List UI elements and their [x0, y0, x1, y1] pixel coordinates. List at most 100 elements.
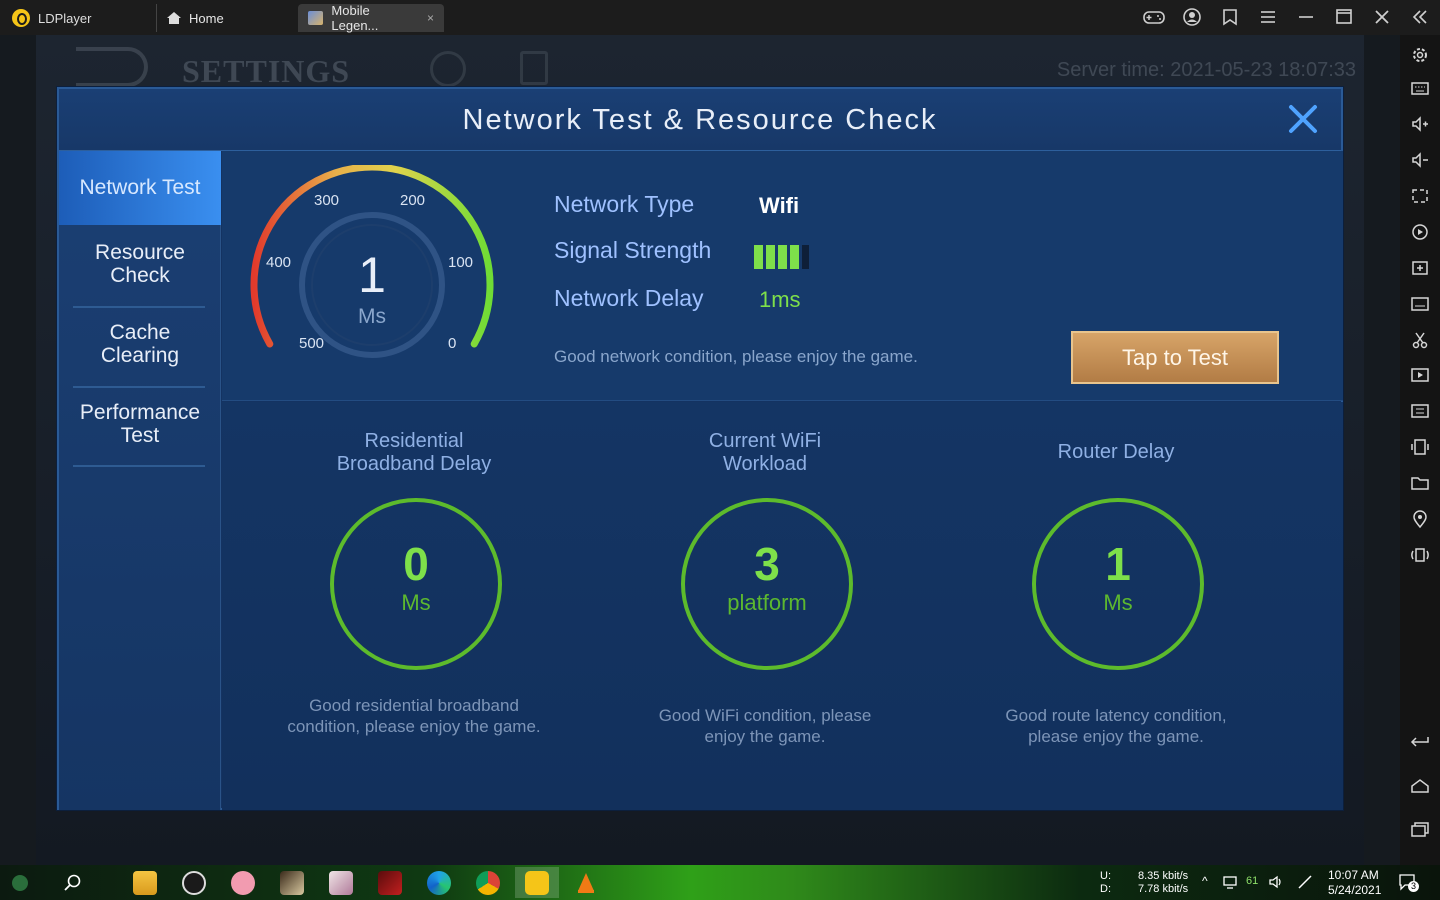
metric-title-line: Residential	[364, 430, 464, 452]
profile-icon	[430, 51, 466, 87]
windows-taskbar: U: D: 8.35 kbit/s 7.78 kbit/s ^ 61 10:07…	[0, 865, 1440, 900]
volume-up-icon[interactable]	[1410, 114, 1430, 134]
speaker-tray-icon[interactable]	[1268, 874, 1286, 893]
emulator-toolbar	[1400, 35, 1440, 865]
rotate-icon[interactable]	[1410, 545, 1430, 565]
clock-date: 5/24/2021	[1328, 883, 1382, 897]
scissors-icon[interactable]	[1410, 330, 1430, 350]
system-clock[interactable]: 10:07 AM 5/24/2021	[1328, 868, 1381, 898]
battery-level: 61	[1246, 875, 1259, 887]
video-play-icon[interactable]	[1410, 365, 1430, 385]
tap-to-test-button[interactable]: Tap to Test	[1071, 331, 1279, 384]
network-type-value: Wifi	[759, 193, 800, 218]
sidebar-divider	[73, 465, 205, 467]
fullscreen-icon[interactable]	[1410, 186, 1430, 206]
latency-gauge: 500 400 300 200 100 0 1 Ms	[250, 165, 494, 358]
tab-home[interactable]: Home	[156, 4, 234, 32]
maximize-icon[interactable]	[1332, 6, 1356, 28]
game-app-icon[interactable]	[280, 871, 304, 895]
settings-gear-icon[interactable]	[1410, 45, 1430, 65]
anime-app-icon[interactable]	[329, 871, 353, 895]
metric-ring: 1 Ms	[1032, 498, 1204, 670]
gauge-tick-label: 400	[266, 254, 291, 271]
signal-bar	[790, 245, 799, 269]
metric-ring: 0 Ms	[330, 498, 502, 670]
gamepad-icon[interactable]	[1142, 6, 1166, 28]
net-speed-values: 8.35 kbit/s 7.78 kbit/s	[1138, 870, 1188, 896]
signal-strength-label: Signal Strength	[554, 237, 712, 263]
game-screen: SETTINGS Server time: 2021-05-23 18:07:3…	[36, 35, 1364, 865]
location-icon[interactable]	[1410, 509, 1430, 529]
metric-unit: Ms	[401, 590, 431, 615]
settings-title: SETTINGS	[182, 53, 351, 89]
volume-down-icon[interactable]	[1410, 150, 1430, 170]
gauge-value: 1	[358, 247, 386, 303]
search-icon[interactable]	[60, 871, 84, 895]
metric-description: Good residential broadband condition, pl…	[287, 696, 541, 736]
title-bar: LDPlayer Home Mobile Legen... ×	[0, 0, 1440, 35]
dark-game-icon[interactable]	[378, 871, 402, 895]
account-icon[interactable]	[1180, 6, 1204, 28]
metric-unit: Ms	[1103, 590, 1133, 615]
keyboard-icon[interactable]	[1410, 78, 1430, 98]
tray-expand-icon[interactable]: ^	[1202, 874, 1208, 888]
back-arrow-icon	[76, 47, 148, 87]
close-window-icon[interactable]	[1370, 6, 1394, 28]
chrome-browser-icon[interactable]	[476, 871, 500, 895]
pen-tray-icon[interactable]	[1296, 874, 1314, 893]
network-tray-icon[interactable]	[1222, 874, 1240, 893]
add-window-icon[interactable]	[1410, 258, 1430, 278]
gauge-tick-label: 0	[448, 335, 456, 352]
back-icon[interactable]	[1410, 732, 1430, 752]
menu-icon[interactable]	[1256, 6, 1280, 28]
sidebar-item-label: Cache Clearing	[100, 321, 180, 367]
gauge-tick-label: 500	[299, 335, 324, 352]
edge-browser-icon[interactable]	[427, 871, 451, 895]
record-icon[interactable]	[1410, 222, 1430, 242]
detail-metrics-panel: Residential Broadband Delay 0 Ms Good re…	[222, 402, 1343, 810]
signal-strength-bars	[754, 245, 809, 269]
signal-bar	[754, 245, 763, 269]
close-dialog-button[interactable]	[1283, 99, 1323, 139]
gauge-tick-label: 100	[448, 254, 473, 271]
folder-icon[interactable]	[1410, 473, 1430, 493]
metric-value: 0	[403, 538, 429, 590]
notification-center-icon[interactable]: 3	[1398, 873, 1419, 892]
ldplayer-taskbar-button[interactable]	[515, 867, 559, 898]
vlc-icon[interactable]	[574, 871, 598, 895]
cortana-icon[interactable]	[12, 875, 28, 891]
gauge-tick-label: 300	[314, 192, 339, 209]
sidebar-item-performance-test[interactable]: Performance Test	[71, 401, 209, 447]
obs-icon[interactable]	[182, 871, 206, 895]
collapse-sidebar-icon[interactable]	[1408, 6, 1432, 28]
sidebar-item-label: Performance Test	[79, 401, 201, 447]
sidebar-item-network-test[interactable]: Network Test	[59, 151, 221, 225]
download-rate: 7.78 kbit/s	[1138, 883, 1189, 895]
download-label: D:	[1100, 883, 1111, 895]
tab-close-icon[interactable]: ×	[427, 11, 434, 25]
sidebar-item-cache-clearing[interactable]: Cache Clearing	[71, 321, 209, 367]
pig-app-icon[interactable]	[231, 871, 255, 895]
sidebar-item-label: Resource Check	[95, 241, 185, 287]
file-explorer-icon[interactable]	[133, 871, 157, 895]
sidebar-divider	[73, 306, 205, 308]
tab-mobile-legends[interactable]: Mobile Legen... ×	[298, 3, 444, 33]
gauge-unit: Ms	[358, 305, 386, 328]
notification-count-badge: 3	[1408, 881, 1419, 892]
sync-icon[interactable]	[1410, 401, 1430, 421]
gauge-tick-label: 200	[400, 192, 425, 209]
sidebar-item-resource-check[interactable]: Resource Check	[71, 241, 209, 287]
recent-apps-icon[interactable]	[1410, 820, 1430, 840]
minimize-icon[interactable]	[1294, 6, 1318, 28]
metric-description: Good WiFi condition, please enjoy the ga…	[658, 706, 872, 746]
apk-install-icon[interactable]	[1410, 294, 1430, 314]
network-delay-label: Network Delay	[554, 285, 704, 311]
metric-value: 1	[1105, 538, 1131, 590]
game-icon	[308, 11, 324, 25]
home-button-icon[interactable]	[1410, 776, 1430, 796]
metric-title: Router Delay	[966, 441, 1266, 464]
bookmark-icon[interactable]	[1218, 6, 1242, 28]
window-controls	[1142, 6, 1432, 28]
network-summary-panel: 500 400 300 200 100 0 1 Ms Network Type …	[222, 151, 1343, 401]
shake-icon[interactable]	[1410, 437, 1430, 457]
